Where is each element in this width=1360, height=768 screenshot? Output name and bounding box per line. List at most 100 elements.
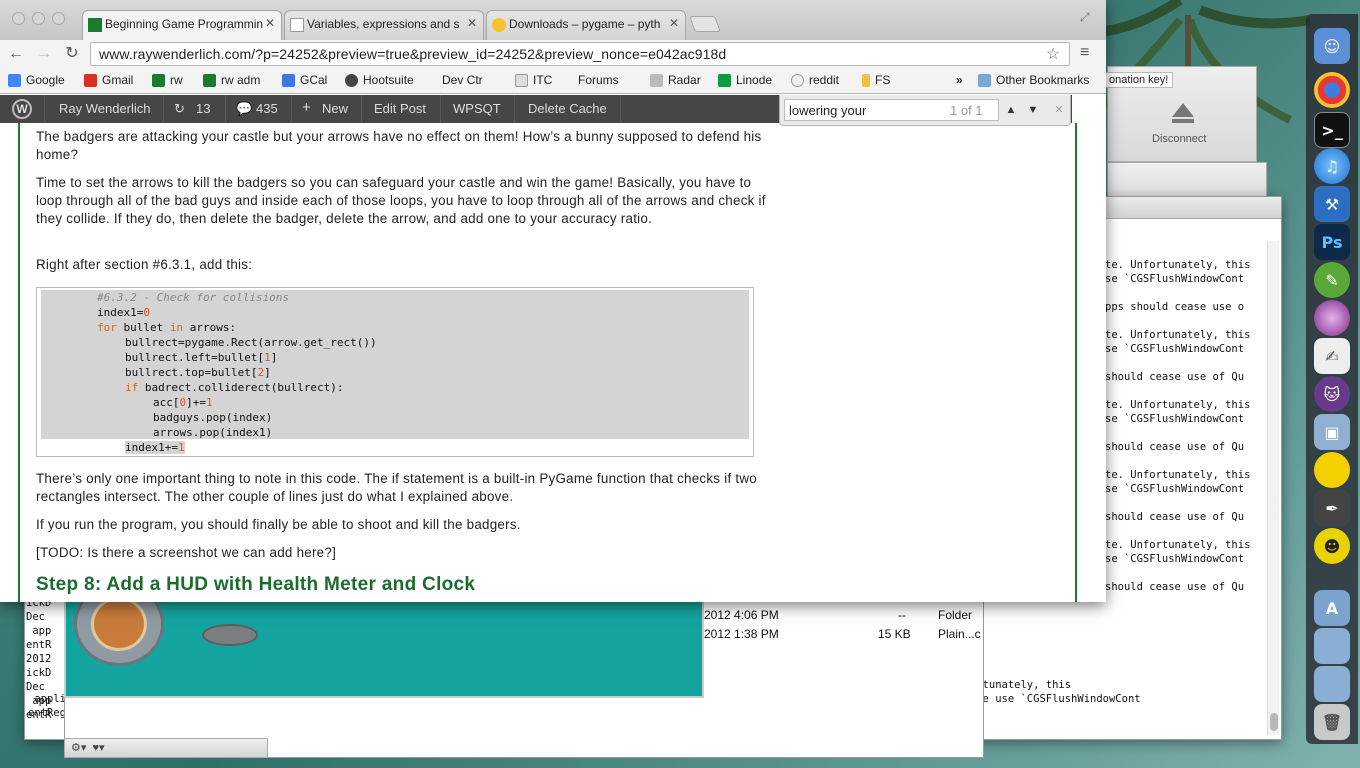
gmail-icon [84, 73, 97, 87]
bookmark-reddit[interactable]: reddit [791, 73, 839, 87]
article-paragraph: Right after section #6.3.1, add this: [36, 257, 253, 272]
bookmark-google[interactable]: Google [8, 73, 65, 87]
applications-folder-icon[interactable]: A [1314, 590, 1350, 626]
finder-action-bar[interactable]: ⚙▾ ♥▾ [64, 738, 268, 758]
bookmark-itc[interactable]: ITC [515, 73, 552, 87]
bookmark-label: Gmail [102, 73, 134, 87]
bookmark-label: Google [26, 73, 65, 87]
bookmark-gcal[interactable]: GCal [282, 73, 327, 87]
close-window-button[interactable] [12, 12, 25, 25]
bookmark-dev-ctr[interactable]: Dev Ctr [437, 73, 483, 87]
pen-icon[interactable]: ✒ [1314, 490, 1350, 526]
find-previous-icon[interactable]: ▲ [1002, 101, 1020, 119]
wp-wpsqt-button[interactable]: WPSQT [453, 101, 501, 116]
find-next-icon[interactable]: ▼ [1024, 101, 1042, 119]
rw-icon [203, 73, 216, 87]
finder-icon[interactable]: ☺ [1314, 28, 1350, 64]
code-line: arrows.pop(index1) [153, 425, 272, 440]
wp-site-name[interactable]: Ray Wenderlich [59, 101, 151, 116]
bookmark-linode[interactable]: Linode [718, 73, 772, 87]
other-bookmarks-folder[interactable]: Other Bookmarks [978, 73, 1089, 87]
terminal-scrollbar[interactable] [1267, 241, 1279, 735]
forward-arrow-icon[interactable]: → [34, 44, 54, 64]
downloads-folder-icon[interactable] [1314, 666, 1350, 702]
code-line: bullrect.left=bullet[1] [125, 350, 277, 365]
code-text: bullrect.top=bullet[ [125, 366, 258, 379]
app-icon-2[interactable]: ☻ [1314, 528, 1350, 564]
wp-updates-count[interactable]: 13 [196, 101, 210, 116]
fullscreen-icon[interactable]: ⤢ [1080, 10, 1090, 25]
disconnect-button[interactable]: Disconnect [1152, 133, 1206, 145]
updates-icon[interactable]: ↻ [174, 101, 185, 117]
bookmark-star-icon[interactable]: ☆ [1046, 44, 1060, 64]
bookmark-label: Hootsuite [363, 73, 414, 87]
chrome-icon[interactable] [1314, 72, 1350, 108]
code-number: 0 [143, 306, 150, 319]
close-tab-icon[interactable]: ✕ [467, 16, 477, 30]
terminal-scroll-thumb[interactable] [1270, 713, 1278, 731]
zoom-window-button[interactable] [52, 12, 65, 25]
documents-folder-icon[interactable] [1314, 628, 1350, 664]
code-line: index1=0 [97, 305, 150, 320]
address-bar[interactable]: www.raywenderlich.com/?p=24252&preview=t… [90, 42, 1070, 66]
terminal-icon[interactable]: >_ [1314, 112, 1350, 148]
finder-row[interactable]: 2012 1:38 PM 15 KB Plain...c [704, 627, 994, 646]
bookmark-hootsuite[interactable]: Hootsuite [345, 73, 414, 87]
evernote-icon[interactable]: ✎ [1314, 262, 1350, 298]
itunes-icon[interactable]: ♫ [1314, 148, 1350, 184]
minimize-window-button[interactable] [32, 12, 45, 25]
code-text: arrows: [183, 321, 237, 334]
wp-comments-count[interactable]: 435 [256, 101, 278, 116]
rw-icon [152, 73, 165, 87]
bookmark-gmail[interactable]: Gmail [84, 73, 133, 87]
finder-date: 2012 1:38 PM [704, 627, 779, 641]
photoshop-icon[interactable]: Ps [1314, 224, 1350, 260]
xcode-icon[interactable]: ⚒ [1314, 186, 1350, 222]
wordpress-logo-icon[interactable]: W [12, 99, 32, 119]
plus-icon[interactable]: + [302, 99, 311, 116]
badger-sprite [202, 624, 258, 646]
preview-icon[interactable]: ▣ [1314, 414, 1350, 450]
finder-row[interactable]: 2012 4:06 PM -- Folder [704, 608, 994, 627]
article-paragraph: There’s only one important thing to note… [36, 471, 757, 504]
code-text: bullrect=pygame.Rect(arrow.get_rect()) [125, 336, 377, 349]
back-arrow-icon[interactable]: ← [6, 44, 26, 64]
tab-downloads-pygame[interactable]: Downloads – pygame – pyth ✕ [486, 10, 686, 40]
code-line: index1+=1 [125, 440, 185, 455]
bookmark-rw-adm[interactable]: rw adm [203, 73, 260, 87]
code-line: badguys.pop(index) [153, 410, 272, 425]
close-tab-icon[interactable]: ✕ [669, 16, 679, 30]
reload-icon[interactable]: ↻ [62, 44, 82, 64]
menu-icon[interactable]: ≡ [1080, 44, 1089, 62]
heart-icon[interactable]: ♥▾ [93, 742, 105, 754]
calendar-icon [282, 73, 295, 87]
gear-icon[interactable]: ⚙▾ [71, 742, 86, 754]
tab-variables-expressions[interactable]: Variables, expressions and s ✕ [284, 10, 484, 40]
bookmark-label: Dev Ctr [442, 73, 483, 87]
app-icon[interactable] [1314, 300, 1350, 336]
adium-icon[interactable]: 🐱 [1314, 376, 1350, 412]
wp-delete-cache-button[interactable]: Delete Cache [528, 101, 607, 116]
code-line: if badrect.colliderect(bullrect): [125, 380, 344, 395]
bookmark-label: ITC [533, 73, 553, 87]
trash-icon[interactable]: 🗑 [1314, 704, 1350, 740]
tab-title: Variables, expressions and s [307, 17, 460, 31]
divider [225, 95, 226, 123]
textedit-icon[interactable]: ✍ [1314, 338, 1350, 374]
comments-icon[interactable]: 💬 [236, 101, 252, 117]
bookmark-radar[interactable]: Radar [650, 73, 701, 87]
new-tab-button[interactable] [689, 16, 721, 32]
article-paragraph: The badgers are attacking your castle bu… [36, 129, 762, 162]
bookmark-forums[interactable]: Forums [573, 73, 619, 87]
folder-icon [978, 73, 991, 87]
cyberduck-icon[interactable] [1314, 452, 1350, 488]
wp-new-button[interactable]: New [322, 101, 348, 116]
tab-beginning-game-programming[interactable]: Beginning Game Programmin ✕ [82, 10, 282, 41]
code-number: 1 [177, 441, 185, 454]
more-bookmarks-button[interactable]: » [956, 73, 963, 87]
find-close-icon[interactable]: ✕ [1050, 101, 1068, 119]
wp-edit-post-button[interactable]: Edit Post [374, 101, 426, 116]
bookmark-rw[interactable]: rw [152, 73, 183, 87]
close-tab-icon[interactable]: ✕ [265, 16, 275, 30]
bookmark-fs[interactable]: FS [862, 73, 890, 87]
